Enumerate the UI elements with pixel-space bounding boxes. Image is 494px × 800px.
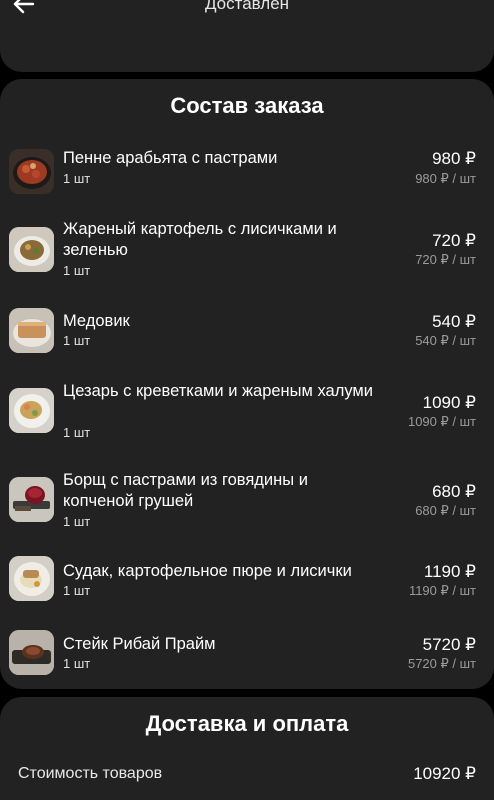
item-unit-price: 540 ₽ / шт [415,333,476,348]
item-thumbnail [9,477,54,522]
order-contents-card: Состав заказа Пенне арабьята с пастрами … [0,79,494,689]
item-unit-price: 720 ₽ / шт [415,252,476,267]
item-thumbnail [9,227,54,272]
item-unit-price: 980 ₽ / шт [415,171,476,186]
item-name: Борщ с пастрами из говядины и копченой г… [63,471,308,510]
item-price: 680 ₽ [432,482,476,501]
item-thumbnail [9,630,54,675]
item-name: Судак, картофельное пюре и лисички [63,562,352,580]
item-price: 5720 ₽ [422,635,476,654]
item-quantity: 1 шт [63,514,91,529]
item-price: 720 ₽ [432,231,476,250]
item-quantity: 1 шт [63,263,91,278]
order-status-title: Доставлен [204,0,290,13]
item-thumbnail [9,556,54,601]
item-quantity: 1 шт [63,656,91,671]
item-unit-price: 1190 ₽ / шт [408,583,476,598]
item-name: Цезарь с креветками и жареным халуми [63,382,373,400]
item-price: 1190 ₽ [423,562,476,581]
item-thumbnail [9,308,54,353]
item-price: 540 ₽ [432,312,476,331]
item-name: Стейк Рибай Прайм [63,635,216,653]
item-price: 1090 ₽ [422,393,476,412]
item-unit-price: 680 ₽ / шт [415,503,476,518]
delivery-payment-title: Доставка и оплата [145,711,349,736]
item-unit-price: 1090 ₽ / шт [407,414,476,429]
item-quantity: 1 шт [63,333,91,348]
item-name: Пенне арабьята с пастрами [63,149,278,167]
item-quantity: 1 шт [63,425,91,440]
order-contents-title: Состав заказа [170,93,324,118]
item-thumbnail [9,388,54,433]
item-price: 980 ₽ [432,149,476,168]
item-unit-price: 5720 ₽ / шт [407,656,476,671]
item-quantity: 1 шт [63,171,91,186]
item-name: Медовик [63,312,130,330]
item-quantity: 1 шт [63,583,91,598]
header-bar: Доставлен [0,0,494,72]
delivery-payment-card: Доставка и оплата Стоимость товаров 1092… [0,697,494,800]
item-thumbnail [9,149,54,194]
goods-cost-label: Стоимость товаров [18,765,163,782]
goods-cost-value: 10920 ₽ [413,764,476,783]
item-name: Жареный картофель с лисичками и зеленью [63,220,337,259]
